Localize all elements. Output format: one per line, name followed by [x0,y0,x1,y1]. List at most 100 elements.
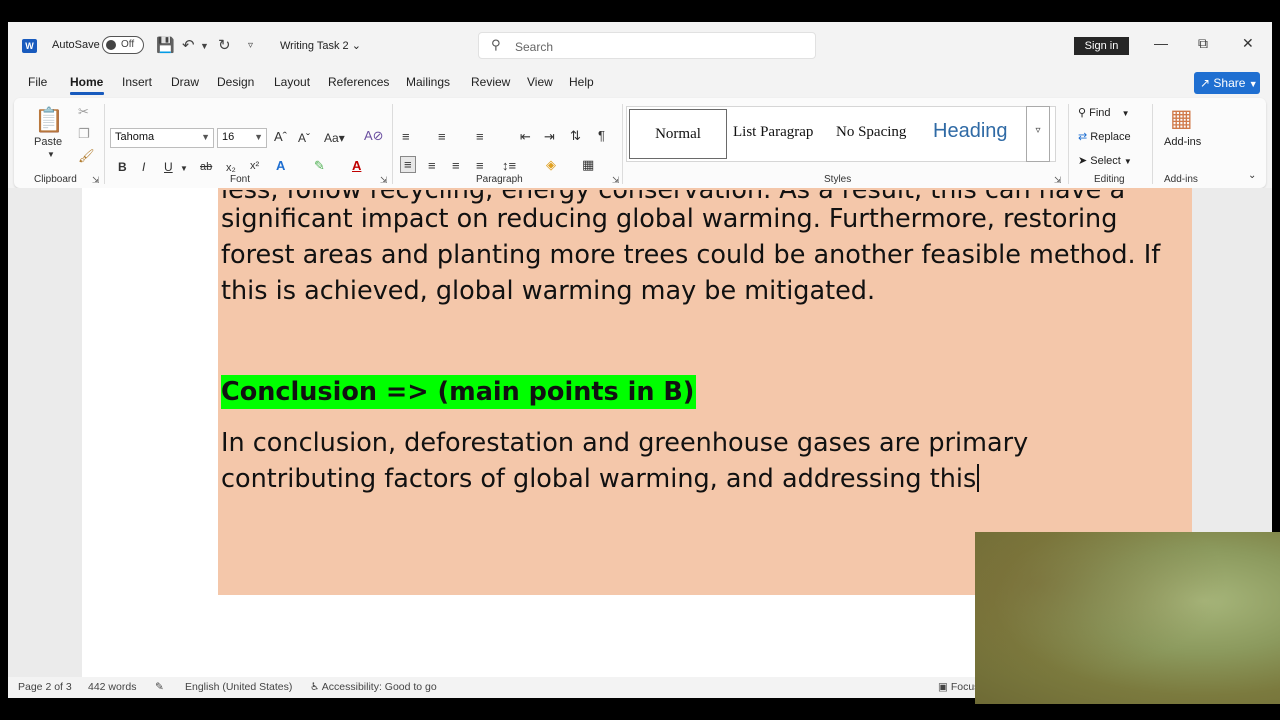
multilevel-list-icon[interactable]: ≡ [476,129,484,144]
autosave-toggle[interactable]: Off [102,36,144,54]
undo-dropdown-icon[interactable]: ▼ [200,41,209,51]
style-normal[interactable]: Normal [629,109,727,159]
paragraph-launcher-icon[interactable]: ⇲ [612,175,620,186]
copy-icon[interactable]: ❐ [78,126,90,142]
change-case-icon[interactable]: Aa▾ [324,131,345,145]
tab-home[interactable]: Home [70,75,103,89]
select-button[interactable]: ➤ Select ▼ [1078,154,1132,167]
tab-help[interactable]: Help [569,75,594,89]
search-icon: ⚲ [491,37,501,52]
shading-icon[interactable]: ◈ [546,157,556,173]
styles-more-icon[interactable]: ▿ [1026,106,1050,162]
search-box[interactable]: ⚲ Search [478,32,816,59]
italic-icon[interactable]: I [142,160,145,174]
text-effects-icon[interactable]: A [276,158,285,173]
grow-font-icon[interactable]: Aˆ [274,129,287,144]
styles-gallery: Normal List Paragrap No Spacing Heading [626,106,1056,162]
bold-icon[interactable]: B [118,160,127,174]
tab-view[interactable]: View [527,75,553,89]
paste-label[interactable]: Paste [34,136,62,148]
focus-mode[interactable]: ▣ Focus [938,681,979,693]
divider [392,104,393,184]
font-launcher-icon[interactable]: ⇲ [380,175,388,186]
replace-button[interactable]: ⇄ Replace [1078,130,1131,143]
focus-icon: ▣ [938,681,948,693]
page-count[interactable]: Page 2 of 3 [18,681,72,693]
shrink-font-icon[interactable]: Aˇ [298,131,310,145]
document-title-text: Writing Task 2 [280,40,349,52]
clear-formatting-icon[interactable]: A⊘ [364,128,384,144]
share-label: Share [1213,76,1246,90]
tab-references[interactable]: References [328,75,389,89]
divider [622,104,623,184]
justify-icon[interactable]: ≡ [476,158,484,173]
format-painter-icon[interactable]: 🖌 [78,148,95,164]
show-formatting-icon[interactable]: ¶ [598,128,605,143]
align-left-icon[interactable]: ≡ [400,156,416,173]
paste-dropdown-icon[interactable]: ▼ [47,150,55,159]
customize-toolbar-icon[interactable]: ▿ [248,40,253,51]
save-icon[interactable]: 💾 [156,36,175,54]
numbering-icon[interactable]: ≡ [438,129,446,144]
style-heading[interactable]: Heading [933,120,1008,143]
cut-icon[interactable]: ✂ [78,104,89,120]
add-ins-icon[interactable]: ▦ [1170,104,1193,133]
chevron-down-icon: ▼ [254,132,263,142]
word-count[interactable]: 442 words [88,681,136,693]
align-right-icon[interactable]: ≡ [452,158,460,173]
language[interactable]: English (United States) [185,681,292,693]
borders-icon[interactable]: ▦ [582,157,594,173]
collapse-ribbon-icon[interactable]: ⌄ [1248,170,1256,181]
font-color-icon[interactable]: A [352,158,361,173]
restore-icon[interactable]: ⧉ [1198,35,1208,52]
close-icon[interactable]: ✕ [1242,35,1254,52]
font-size-select[interactable]: 16 ▼ [217,128,267,148]
font-name-select[interactable]: Tahoma ▼ [110,128,214,148]
clipboard-launcher-icon[interactable]: ⇲ [92,175,100,186]
find-button[interactable]: ⚲ Find ▼ [1078,106,1130,119]
undo-icon[interactable]: ↶ [182,36,195,54]
tab-design[interactable]: Design [217,75,254,89]
paste-icon[interactable]: 📋 [34,106,64,135]
style-list-paragraph[interactable]: List Paragrap [733,124,825,141]
divider [1068,104,1069,184]
tab-review[interactable]: Review [471,75,510,89]
webcam-overlay [975,532,1280,704]
add-ins-button-label[interactable]: Add-ins [1164,136,1201,148]
tab-layout[interactable]: Layout [274,75,310,89]
minimize-icon[interactable]: — [1154,35,1168,51]
bullets-icon[interactable]: ≡ [402,129,410,144]
document-title[interactable]: Writing Task 2 ⌄ [280,39,361,52]
decrease-indent-icon[interactable]: ⇤ [520,129,531,145]
align-center-icon[interactable]: ≡ [428,158,436,173]
ribbon: 📋 Paste ▼ ✂ ❐ 🖌 Clipboard ⇲ Tahoma ▼ 16 ▼ … [14,98,1266,188]
superscript-icon[interactable]: x² [250,160,259,172]
ribbon-tabs: File Home Insert Draw Design Layout Refe… [8,68,1272,96]
share-button[interactable]: ↗ Share ▼ [1194,72,1260,94]
subscript-icon[interactable]: x₂ [226,162,236,174]
underline-dropdown-icon[interactable]: ▼ [180,164,188,173]
font-size-value: 16 [222,131,235,143]
proofing-icon[interactable]: ✎ [155,681,164,693]
active-tab-indicator [70,92,104,95]
style-no-spacing[interactable]: No Spacing [836,124,906,141]
tab-mailings[interactable]: Mailings [406,75,450,89]
sort-icon[interactable]: ⇅ [570,128,581,144]
select-cursor-icon: ➤ [1078,155,1088,167]
doc-line-5: contributing factors of global warming, … [221,464,977,494]
tab-insert[interactable]: Insert [122,75,152,89]
styles-launcher-icon[interactable]: ⇲ [1054,175,1062,186]
accessibility-status[interactable]: ♿ Accessibility: Good to go [310,681,437,693]
highlight-color-icon[interactable]: ✎ [314,158,325,174]
tab-file[interactable]: File [28,75,47,89]
underline-icon[interactable]: U [164,160,173,174]
editing-group-label: Editing [1094,174,1125,185]
strikethrough-icon[interactable]: ab [200,161,212,173]
redo-icon[interactable]: ↻ [218,36,231,54]
increase-indent-icon[interactable]: ⇥ [544,129,555,145]
line-spacing-icon[interactable]: ↕≡ [502,158,516,173]
tab-draw[interactable]: Draw [171,75,199,89]
sign-in-button[interactable]: Sign in [1074,37,1129,55]
add-ins-group-label: Add-ins [1164,174,1198,185]
toggle-knob [106,40,116,50]
